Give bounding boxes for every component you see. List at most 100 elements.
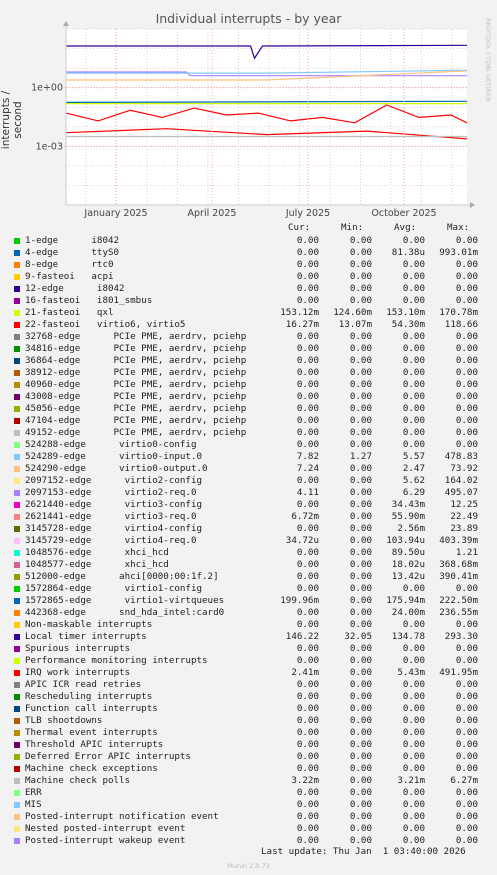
legend-cur: 0.00 — [296, 691, 319, 702]
legend-max: 0.00 — [455, 679, 478, 690]
plot-area — [66, 29, 467, 205]
legend-label: Threshold APIC interrupts — [25, 739, 164, 750]
legend-avg: 0.00 — [402, 379, 425, 390]
legend-cur: 199.96m — [280, 595, 319, 606]
legend-min: 1.27 — [349, 451, 372, 462]
legend-avg: 0.00 — [402, 427, 425, 438]
legend-swatch — [14, 382, 20, 388]
legend-label: 32768-edge PCIe PME, aerdrv, pciehp — [25, 331, 247, 342]
legend-swatch — [14, 634, 20, 640]
header-min: Min: — [341, 222, 364, 233]
legend-row: 1048577-edge xhci_hcd 0.00 0.00 18.02u 368.6… — [0, 559, 497, 571]
legend-max: 0.00 — [455, 751, 478, 762]
legend-cur: 0.00 — [296, 415, 319, 426]
legend-swatch — [14, 574, 20, 580]
legend-avg: 0.00 — [402, 331, 425, 342]
legend-swatch — [14, 694, 20, 700]
legend-min: 0.00 — [349, 487, 372, 498]
interrupts-chart: 1e+00 1e-03 January 2025 April 2025 July 202… — [31, 21, 475, 219]
legend-row: 45056-edge PCIe PME, aerdrv, pciehp 0.00 0… — [0, 403, 497, 415]
legend-max: 368.68m — [439, 559, 478, 570]
legend-max: 236.55m — [439, 607, 478, 618]
legend-avg: 3.21m — [397, 775, 425, 786]
legend-min: 0.00 — [349, 475, 372, 486]
legend-row: Function call interrupts 0.00 0.00 0.00 0.00 — [0, 703, 497, 715]
legend-label: TLB shootdowns — [25, 715, 103, 726]
legend-swatch — [14, 526, 20, 532]
legend-min: 0.00 — [349, 667, 372, 678]
legend-min: 0.00 — [349, 271, 372, 282]
legend-swatch — [14, 286, 20, 292]
legend-avg: 5.57 — [402, 451, 425, 462]
legend-row: 8-edge rtc0 0.00 0.00 0.00 0.00 — [0, 259, 497, 271]
legend-row: 38912-edge PCIe PME, aerdrv, pciehp 0.00 0… — [0, 367, 497, 379]
legend-cur: 0.00 — [296, 235, 319, 246]
legend-avg: 0.00 — [402, 655, 425, 666]
legend-max: 0.00 — [455, 823, 478, 834]
legend-cur: 0.00 — [296, 703, 319, 714]
legend-min: 0.00 — [349, 427, 372, 438]
legend-avg: 0.00 — [402, 691, 425, 702]
x-tick-label: January 2025 — [83, 208, 147, 219]
legend-min: 0.00 — [349, 523, 372, 534]
legend-cur: 0.00 — [296, 715, 319, 726]
legend-cur: 2.41m — [291, 667, 319, 678]
legend-swatch — [14, 838, 20, 844]
legend-avg: 0.00 — [402, 355, 425, 366]
legend-cur: 0.00 — [296, 643, 319, 654]
legend-swatch — [14, 502, 20, 508]
legend-min: 0.00 — [349, 811, 372, 822]
legend-min: 0.00 — [349, 691, 372, 702]
legend-label: 512000-edge ahci[0000:00:1f.2] — [25, 571, 219, 582]
legend-avg: 0.00 — [402, 619, 425, 630]
legend-max: 0.00 — [455, 403, 478, 414]
legend-row: 4-edge ttyS0 0.00 0.00 81.38u 993.01m — [0, 247, 497, 259]
legend-swatch — [14, 478, 20, 484]
legend-min: 0.00 — [349, 535, 372, 546]
legend-swatch — [14, 814, 20, 820]
legend-swatch — [14, 670, 20, 676]
legend-cur: 34.72u — [285, 535, 319, 546]
legend-cur: 0.00 — [296, 547, 319, 558]
legend-row: Machine check exceptions 0.00 0.00 0.00 0.00 — [0, 763, 497, 775]
legend-max: 118.66 — [444, 319, 478, 330]
legend-max: 491.95m — [439, 667, 478, 678]
legend-row: 32768-edge PCIe PME, aerdrv, pciehp 0.00 0… — [0, 331, 497, 343]
legend-label: 3145729-edge virtio4-req.0 — [25, 535, 197, 546]
legend-cur: 0.00 — [296, 427, 319, 438]
legend-label: 3145728-edge virtio4-config — [25, 523, 203, 534]
legend-row: 3145729-edge virtio4-req.0 34.72u 0.00 103.… — [0, 535, 497, 547]
legend-avg: 2.47 — [402, 463, 425, 474]
legend-cur: 0.00 — [296, 391, 319, 402]
legend-min: 0.00 — [349, 739, 372, 750]
legend-avg: 0.00 — [402, 763, 425, 774]
legend-row: Performance monitoring interrupts 0.00 0.0… — [0, 655, 497, 667]
legend-avg: 0.00 — [402, 403, 425, 414]
legend-row: 1572864-edge virtio1-config 0.00 0.00 0.00 0… — [0, 583, 497, 595]
header-max: Max: — [447, 222, 470, 233]
legend-label: 34816-edge PCIe PME, aerdrv, pciehp — [25, 343, 247, 354]
last-update-text: Last update: Thu Jan 1 03:40:00 2026 — [261, 846, 466, 857]
legend-swatch — [14, 514, 20, 520]
legend-label: 16-fasteoi i801_smbus — [25, 295, 153, 306]
legend-cur: 0.00 — [296, 655, 319, 666]
legend-avg: 0.00 — [402, 583, 425, 594]
legend-max: 0.00 — [455, 691, 478, 702]
legend-swatch — [14, 610, 20, 616]
legend-swatch — [14, 706, 20, 712]
legend-swatch — [14, 490, 20, 496]
legend-max: 23.89 — [450, 523, 478, 534]
legend-min: 0.00 — [349, 295, 372, 306]
legend-avg: 0.00 — [402, 835, 425, 846]
legend-label: 1048576-edge xhci_hcd — [25, 547, 169, 558]
legend-label: 1048577-edge xhci_hcd — [25, 559, 169, 570]
legend-min: 0.00 — [349, 463, 372, 474]
legend-min: 0.00 — [349, 787, 372, 798]
legend-avg: 24.00m — [391, 607, 425, 618]
legend-swatch — [14, 238, 20, 244]
legend-min: 124.60m — [333, 307, 372, 318]
legend-label: 2097152-edge virtio2-config — [25, 475, 203, 486]
legend-avg: 134.78 — [391, 631, 425, 642]
legend-swatch — [14, 826, 20, 832]
legend-avg: 0.00 — [402, 715, 425, 726]
